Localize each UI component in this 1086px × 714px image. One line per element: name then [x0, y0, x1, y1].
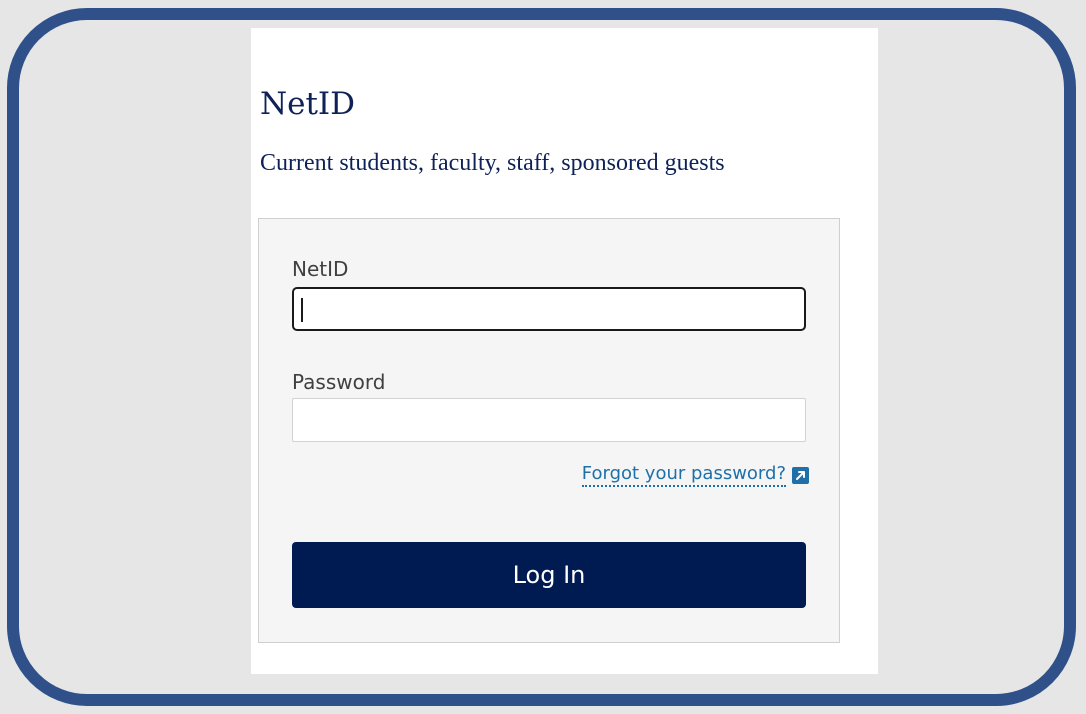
page-subtitle: Current students, faculty, staff, sponso… [260, 150, 725, 176]
text-cursor [301, 298, 303, 322]
login-form: NetID Password Forgot your password? Log… [258, 218, 840, 643]
forgot-password-link[interactable]: Forgot your password? [581, 463, 809, 487]
login-button[interactable]: Log In [292, 542, 806, 608]
forgot-password-text: Forgot your password? [581, 463, 786, 487]
password-input[interactable] [292, 398, 806, 442]
external-link-icon [792, 466, 809, 484]
login-panel: NetID Current students, faculty, staff, … [251, 28, 878, 674]
netid-input[interactable] [292, 287, 806, 331]
page-title: NetID [260, 86, 356, 122]
password-label: Password [292, 370, 386, 394]
netid-label: NetID [292, 257, 349, 281]
